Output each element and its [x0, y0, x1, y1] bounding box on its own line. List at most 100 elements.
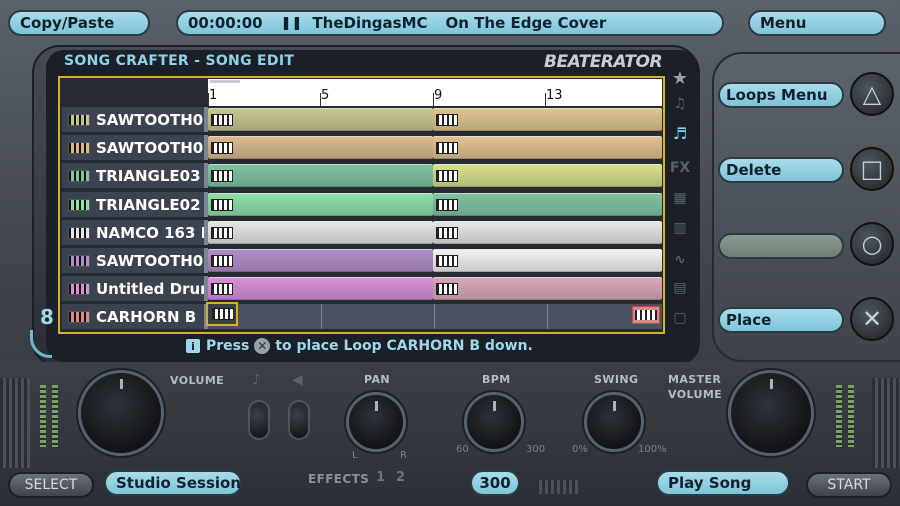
empty-track-lane[interactable] [208, 304, 662, 329]
bpm-max-label: 300 [526, 444, 546, 455]
grid-icon[interactable]: ▤ [668, 280, 692, 302]
loop-clip[interactable] [208, 108, 433, 131]
pan-right-label: R [400, 450, 407, 461]
start-button[interactable]: START [806, 472, 892, 498]
loop-clip[interactable] [433, 136, 662, 159]
play-song-button[interactable]: Play Song [656, 470, 790, 496]
keyboard-icon [436, 170, 458, 182]
volume-label: VOLUME [170, 374, 225, 387]
swing-knob[interactable] [584, 392, 644, 452]
track-name[interactable]: SAWTOOTH0 [62, 248, 204, 273]
keyboard-icon [211, 142, 233, 154]
master-label-1: MASTER [668, 373, 722, 386]
volume-meter-left [40, 385, 46, 447]
bpm-knob[interactable] [464, 392, 524, 452]
track-name[interactable]: NAMCO 163 F [62, 220, 204, 245]
fx-icon[interactable]: FX [668, 160, 692, 182]
bpm-min-label: 60 [456, 444, 469, 455]
mute-icon: ♪ [252, 372, 261, 388]
loops-menu-button[interactable]: Loops Menu [718, 82, 844, 108]
track-name-label: SAWTOOTH0 [96, 251, 204, 270]
track-name-label: SAWTOOTH0 [96, 110, 204, 129]
track-name-label: NAMCO 163 F [96, 223, 204, 242]
triangle-button-icon[interactable]: △ [850, 72, 894, 116]
start-label: START [827, 477, 871, 493]
keyboard-icon [211, 114, 233, 126]
sequencer-icon[interactable]: ▦ [668, 190, 692, 212]
master-meter-right [848, 385, 854, 447]
keyboard-icon [211, 170, 233, 182]
loops-menu-label: Loops Menu [726, 86, 828, 104]
place-button[interactable]: Place [718, 307, 844, 333]
loop-clip[interactable] [208, 249, 433, 272]
track-name-label: CARHORN B [96, 307, 197, 326]
left-vent [0, 378, 30, 468]
block-icon[interactable]: ▢ [668, 310, 692, 332]
tick-label: 1 [209, 88, 218, 103]
select-button[interactable]: SELECT [8, 472, 94, 498]
loop-clip[interactable] [208, 164, 433, 187]
track-selector-value: 8 [40, 305, 54, 329]
effects-2-label[interactable]: 2 [396, 470, 405, 485]
wave-icon[interactable]: ∿ [668, 252, 692, 274]
volume-knob[interactable] [78, 370, 164, 456]
copy-paste-button[interactable]: Copy/Paste [8, 10, 150, 36]
effects-1-label[interactable]: 1 [376, 470, 385, 485]
now-playing-bar: 00:00:00 ❚❚ TheDingasMC On The Edge Cove… [176, 10, 724, 36]
beaterator-device: Copy/Paste 00:00:00 ❚❚ TheDingasMC On Th… [0, 0, 900, 506]
tick-line [433, 93, 434, 106]
keyboard-icon[interactable]: ▥ [668, 220, 692, 242]
track-name[interactable]: TRIANGLE03 [62, 163, 204, 188]
bpm-value-display: 300 [470, 470, 520, 496]
tick-line [208, 93, 209, 106]
lane-divider [434, 304, 435, 329]
swing-max-label: 100% [638, 444, 667, 455]
master-volume-knob[interactable] [728, 370, 814, 456]
pan-knob[interactable] [346, 392, 406, 452]
loop-clip[interactable] [208, 221, 433, 244]
square-button-icon[interactable]: □ [850, 147, 894, 191]
keyboard-icon [68, 169, 90, 182]
loop-clip[interactable] [433, 249, 662, 272]
keyboard-icon [211, 255, 233, 267]
right-vent [872, 378, 900, 468]
circle-button-icon[interactable]: ○ [850, 222, 894, 266]
artist-name: TheDingasMC [312, 14, 428, 32]
selector-arc [30, 330, 52, 358]
loop-clip[interactable] [433, 164, 662, 187]
placement-cursor[interactable] [206, 302, 238, 326]
menu-button[interactable]: Menu [748, 10, 886, 36]
keyboard-icon [212, 308, 234, 320]
cross-button-icon[interactable]: ✕ [850, 297, 894, 341]
track-name[interactable]: SAWTOOTH0 [62, 107, 204, 132]
loop-clip[interactable] [433, 221, 662, 244]
headphones-icon[interactable]: ♫ [668, 96, 692, 118]
circle-action-button[interactable] [718, 233, 844, 259]
keyboard-icon [436, 142, 458, 154]
loop-clip-end[interactable] [632, 306, 660, 324]
keyboard-icon [68, 310, 90, 323]
effect-toggle-1[interactable] [248, 400, 270, 440]
star-icon[interactable]: ★ [668, 68, 692, 90]
track-name[interactable]: Untitled Drum [62, 276, 204, 301]
music-note-icon[interactable]: ♬ [668, 124, 692, 146]
effect-toggle-2[interactable] [288, 400, 310, 440]
tick-line [320, 93, 321, 106]
track-name-label: TRIANGLE03 [96, 166, 201, 185]
speaker-grille [536, 480, 578, 494]
studio-session-button[interactable]: Studio Session [104, 470, 242, 496]
loop-clip[interactable] [433, 108, 662, 131]
loop-clip[interactable] [208, 193, 433, 216]
bpm-value: 300 [479, 474, 511, 492]
delete-button[interactable]: Delete [718, 157, 844, 183]
loop-clip[interactable] [433, 193, 662, 216]
loop-clip[interactable] [433, 277, 662, 300]
keyboard-icon [68, 198, 90, 211]
track-name[interactable]: TRIANGLE02 [62, 192, 204, 217]
timeline-ruler[interactable]: 1 5 9 13 [208, 79, 662, 106]
loop-clip[interactable] [208, 277, 433, 300]
loop-clip[interactable] [208, 136, 433, 159]
place-label: Place [726, 311, 772, 329]
track-name[interactable]: CARHORN B [62, 304, 204, 329]
track-name[interactable]: SAWTOOTH0 [62, 135, 204, 160]
